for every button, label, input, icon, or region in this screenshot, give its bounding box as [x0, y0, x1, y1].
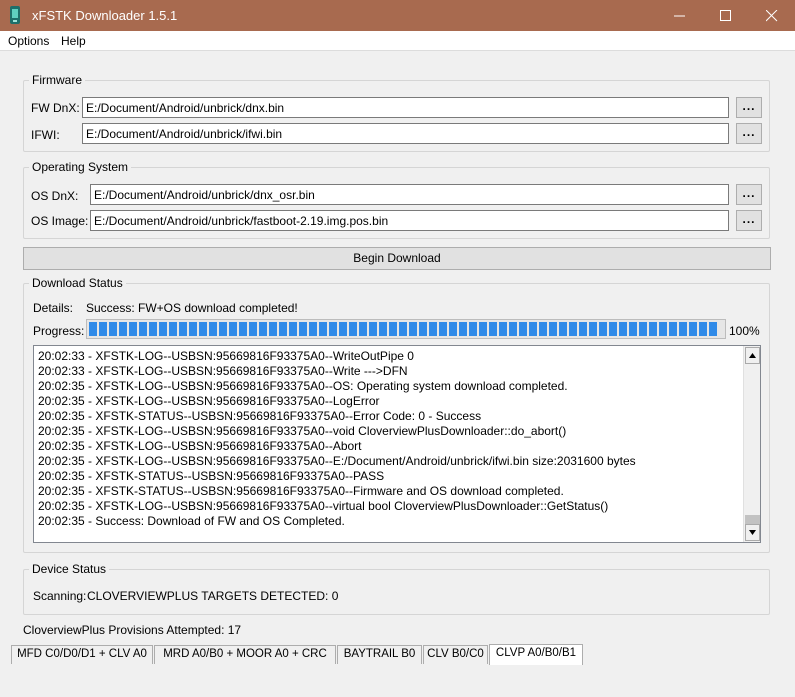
os-dnx-label: OS DnX:: [31, 189, 79, 203]
log-line: 20:02:35 - XFSTK-LOG--USBSN:95669816F933…: [38, 454, 636, 468]
log-line: 20:02:35 - XFSTK-STATUS--USBSN:95669816F…: [38, 469, 385, 483]
menu-bar: Options Help: [0, 31, 795, 51]
log-line: 20:02:35 - XFSTK-STATUS--USBSN:95669816F…: [38, 484, 564, 498]
fw-dnx-browse-button[interactable]: ...: [736, 97, 762, 118]
scanning-value: CLOVERVIEWPLUS TARGETS DETECTED: 0: [87, 589, 339, 603]
ifwi-field[interactable]: E:/Document/Android/unbrick/ifwi.bin: [82, 123, 729, 144]
download-status-legend: Download Status: [29, 276, 126, 290]
scroll-up-icon: [749, 353, 756, 358]
log-line: 20:02:35 - XFSTK-STATUS--USBSN:95669816F…: [38, 409, 482, 423]
os-image-label: OS Image:: [31, 214, 89, 228]
progress-label: Progress:: [33, 324, 85, 338]
app-icon: [10, 6, 20, 24]
tab-clvp[interactable]: CLVP A0/B0/B1: [489, 644, 583, 665]
os-image-browse-button[interactable]: ...: [736, 210, 762, 231]
os-image-field[interactable]: E:/Document/Android/unbrick/fastboot-2.1…: [90, 210, 729, 231]
os-legend: Operating System: [29, 160, 132, 174]
maximize-icon: [720, 10, 731, 21]
scroll-thumb[interactable]: [745, 515, 760, 524]
menu-help[interactable]: Help: [61, 34, 86, 48]
log-line: 20:02:35 - XFSTK-LOG--USBSN:95669816F933…: [38, 439, 362, 453]
progress-bar: [86, 319, 726, 339]
log-line: 20:02:33 - XFSTK-LOG--USBSN:95669816F933…: [38, 349, 414, 363]
provisions-attempted: CloverviewPlus Provisions Attempted: 17: [23, 623, 242, 637]
log-scrollbar[interactable]: [743, 346, 760, 542]
details-value: Success: FW+OS download completed!: [86, 301, 298, 315]
firmware-legend: Firmware: [29, 73, 85, 87]
details-label: Details:: [33, 301, 74, 315]
os-dnx-browse-button[interactable]: ...: [736, 184, 762, 205]
minimize-button[interactable]: [657, 0, 703, 31]
log-line: 20:02:35 - XFSTK-LOG--USBSN:95669816F933…: [38, 394, 380, 408]
window-title: xFSTK Downloader 1.5.1: [32, 8, 178, 23]
menu-options[interactable]: Options: [8, 34, 49, 48]
begin-download-button[interactable]: Begin Download: [23, 247, 771, 270]
progress-percent: 100%: [729, 324, 760, 338]
tab-clv[interactable]: CLV B0/C0: [423, 645, 488, 664]
fw-dnx-label: FW DnX:: [31, 101, 80, 115]
tab-baytrail[interactable]: BAYTRAIL B0: [337, 645, 422, 664]
fw-dnx-field[interactable]: E:/Document/Android/unbrick/dnx.bin: [82, 97, 729, 118]
close-button[interactable]: [749, 0, 795, 31]
log-line: 20:02:35 - XFSTK-LOG--USBSN:95669816F933…: [38, 379, 568, 393]
progress-fill: [89, 322, 719, 336]
scroll-up-button[interactable]: [745, 347, 760, 364]
scroll-down-button[interactable]: [745, 524, 760, 541]
maximize-button[interactable]: [703, 0, 749, 31]
title-bar: xFSTK Downloader 1.5.1: [0, 0, 795, 31]
log-line: 20:02:35 - XFSTK-LOG--USBSN:95669816F933…: [38, 499, 609, 513]
scanning-label: Scanning:: [33, 589, 87, 603]
close-icon: [766, 10, 778, 22]
os-dnx-field[interactable]: E:/Document/Android/unbrick/dnx_osr.bin: [90, 184, 729, 205]
device-status-legend: Device Status: [29, 562, 110, 576]
scroll-down-icon: [749, 530, 756, 535]
log-textbox[interactable]: 20:02:33 - XFSTK-LOG--USBSN:95669816F933…: [33, 345, 761, 543]
log-lines: 20:02:33 - XFSTK-LOG--USBSN:95669816F933…: [38, 349, 740, 529]
tab-mfd[interactable]: MFD C0/D0/D1 + CLV A0: [11, 645, 153, 664]
ifwi-label: IFWI:: [31, 128, 60, 142]
ifwi-browse-button[interactable]: ...: [736, 123, 762, 144]
tab-mrd[interactable]: MRD A0/B0 + MOOR A0 + CRC: [154, 645, 336, 664]
log-line: 20:02:35 - XFSTK-LOG--USBSN:95669816F933…: [38, 424, 567, 438]
minimize-icon: [674, 15, 685, 17]
log-line: 20:02:35 - Success: Download of FW and O…: [38, 514, 345, 528]
log-line: 20:02:33 - XFSTK-LOG--USBSN:95669816F933…: [38, 364, 408, 378]
